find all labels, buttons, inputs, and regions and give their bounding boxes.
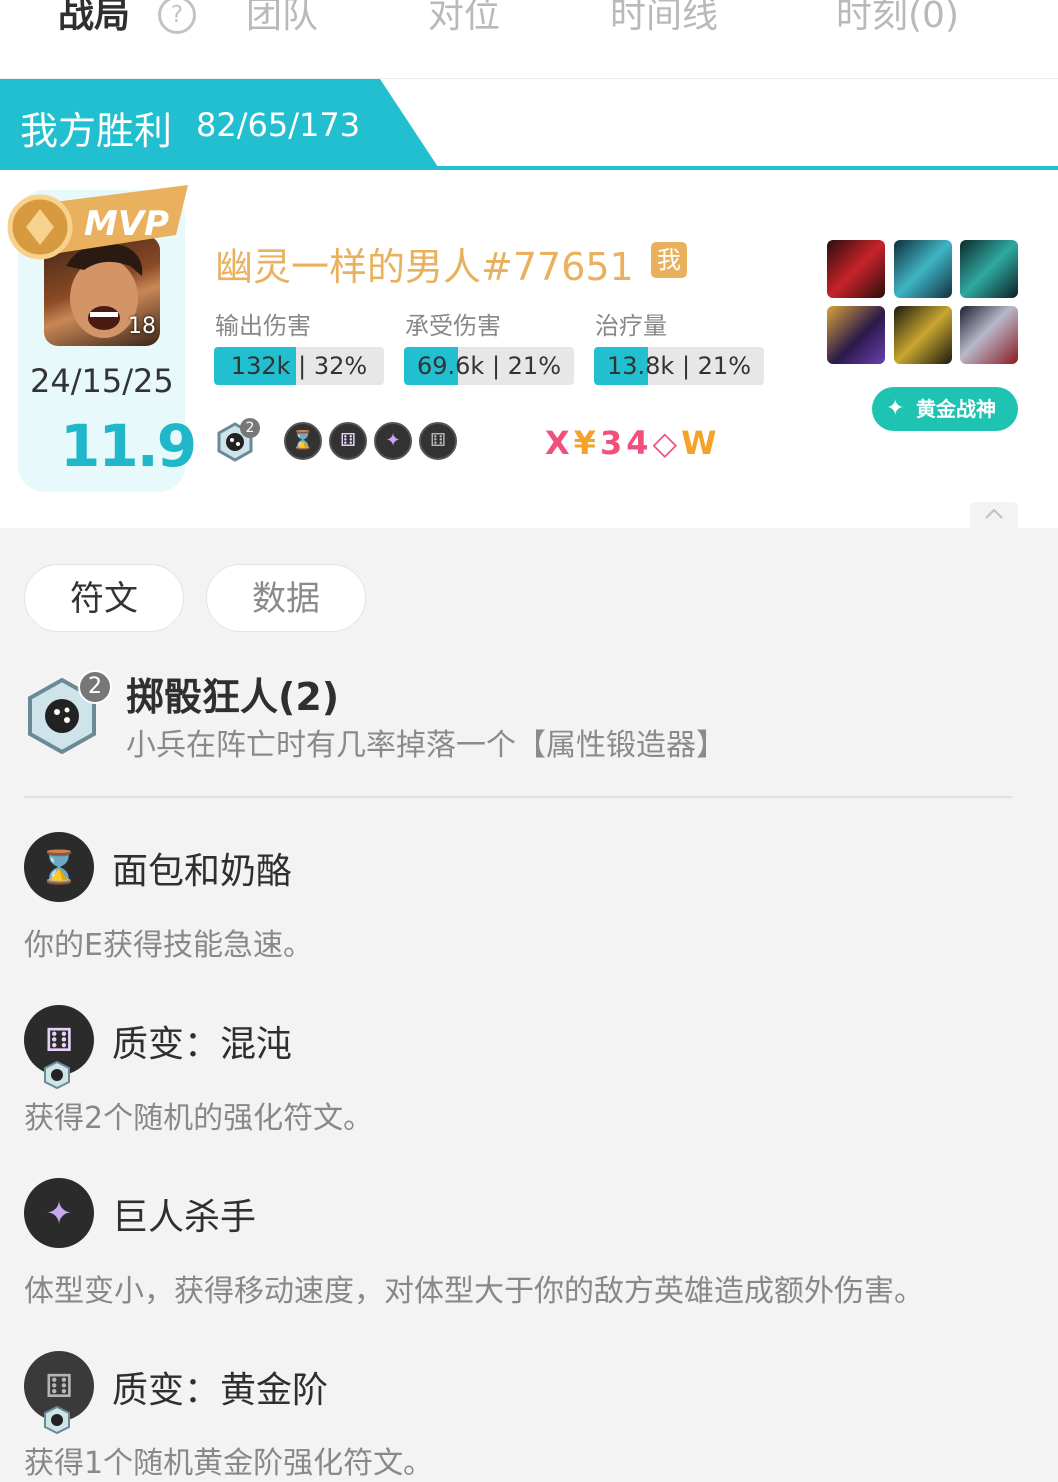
healing-label: 治疗量 <box>595 312 667 340</box>
augment-description: 你的E获得技能急速。 <box>24 928 313 963</box>
tab-bar: 战局 ? 团队 对位 时间线 时刻(0) <box>0 0 1058 79</box>
augment-description: 体型变小，获得移动速度，对体型大于你的敌方英雄造成额外伤害。 <box>24 1274 924 1309</box>
dice-trait-icon <box>44 1405 70 1435</box>
augment-name: 质变：混沌 <box>112 1024 293 1065</box>
augment-name: 面包和奶酪 <box>112 851 293 892</box>
trait-count-badge: 2 <box>240 418 260 438</box>
item-slot-4[interactable] <box>827 306 885 364</box>
me-badge: 我 <box>651 242 687 278</box>
trait-name: 掷骰狂人(2) <box>126 675 340 719</box>
shard-2: ¥ <box>573 424 600 462</box>
runes-filter-button[interactable]: 符文 <box>24 564 184 632</box>
augment-description: 获得2个随机的强化符文。 <box>24 1101 374 1136</box>
hourglass-icon[interactable]: ⌛ <box>284 422 322 460</box>
gold-warlord-label: 黄金战神 <box>916 397 996 421</box>
tab-battle[interactable]: 战局 <box>58 0 130 38</box>
shard-1: X <box>545 424 574 462</box>
champion-level: 18 <box>128 314 156 339</box>
damage-dealt-label: 输出伤害 <box>215 312 311 340</box>
item-grid <box>827 240 1019 366</box>
shard-5: ◇ <box>652 424 682 462</box>
damage-taken-value: 69.6k | 21% <box>416 352 562 380</box>
divider <box>24 796 1012 798</box>
stat-shards: X¥34◇W <box>545 424 720 462</box>
shard-6: W <box>681 424 721 462</box>
item-slot-6[interactable] <box>960 306 1018 364</box>
item-slot-2[interactable] <box>894 240 952 298</box>
trait-description: 小兵在阵亡时有几率掉落一个【属性锻造器】 <box>126 728 726 763</box>
gold-warlord-badge[interactable]: ✦ 黄金战神 <box>872 387 1018 431</box>
boot-icon: ✦ <box>24 1178 94 1248</box>
data-filter-button[interactable]: 数据 <box>206 564 366 632</box>
mvp-label: MVP <box>84 204 169 244</box>
tab-matchup[interactable]: 对位 <box>428 0 500 38</box>
dice-icon[interactable]: ⚅ <box>329 422 367 460</box>
shard-4: 4 <box>626 424 653 462</box>
player-name[interactable]: 幽灵一样的男人#77651 <box>215 236 634 291</box>
dice-trait-icon <box>44 1060 70 1090</box>
healing-bar: 13.8k | 21% <box>594 347 764 385</box>
mvp-badge: MVP <box>7 185 188 260</box>
chevron-up-icon <box>985 508 1003 519</box>
damage-dealt-bar: 132k | 32% <box>214 347 384 385</box>
augment-name: 质变：黄金阶 <box>112 1370 329 1411</box>
tab-moments[interactable]: 时刻(0) <box>836 0 959 38</box>
help-icon[interactable]: ? <box>158 0 196 34</box>
healing-value: 13.8k | 21% <box>606 352 752 380</box>
tab-team[interactable]: 团队 <box>246 0 318 38</box>
hourglass-icon: ⌛ <box>24 832 94 902</box>
item-slot-1[interactable] <box>827 240 885 298</box>
shard-3: 3 <box>599 424 627 462</box>
team-score: 82/65/173 <box>196 106 361 144</box>
damage-dealt-value: 132k | 32% <box>230 352 368 380</box>
victory-title: 我方胜利 <box>20 109 173 153</box>
boot-icon[interactable]: ✦ <box>374 422 412 460</box>
item-slot-3[interactable] <box>960 240 1018 298</box>
collapse-button[interactable] <box>970 502 1018 528</box>
damage-taken-bar: 69.6k | 21% <box>404 347 574 385</box>
player-score: 11.9 <box>60 412 197 480</box>
kda: 24/15/25 <box>30 362 174 400</box>
augment-name: 巨人杀手 <box>112 1197 257 1238</box>
sparkle-icon: ✦ <box>886 396 905 421</box>
augment-description: 获得1个随机黄金阶强化符文。 <box>24 1446 434 1481</box>
damage-taken-label: 承受伤害 <box>405 312 501 340</box>
tab-timeline[interactable]: 时间线 <box>610 0 718 38</box>
trait-count-badge: 2 <box>78 670 112 704</box>
dice-icon[interactable]: ⚅ <box>419 422 457 460</box>
item-slot-5[interactable] <box>894 306 952 364</box>
